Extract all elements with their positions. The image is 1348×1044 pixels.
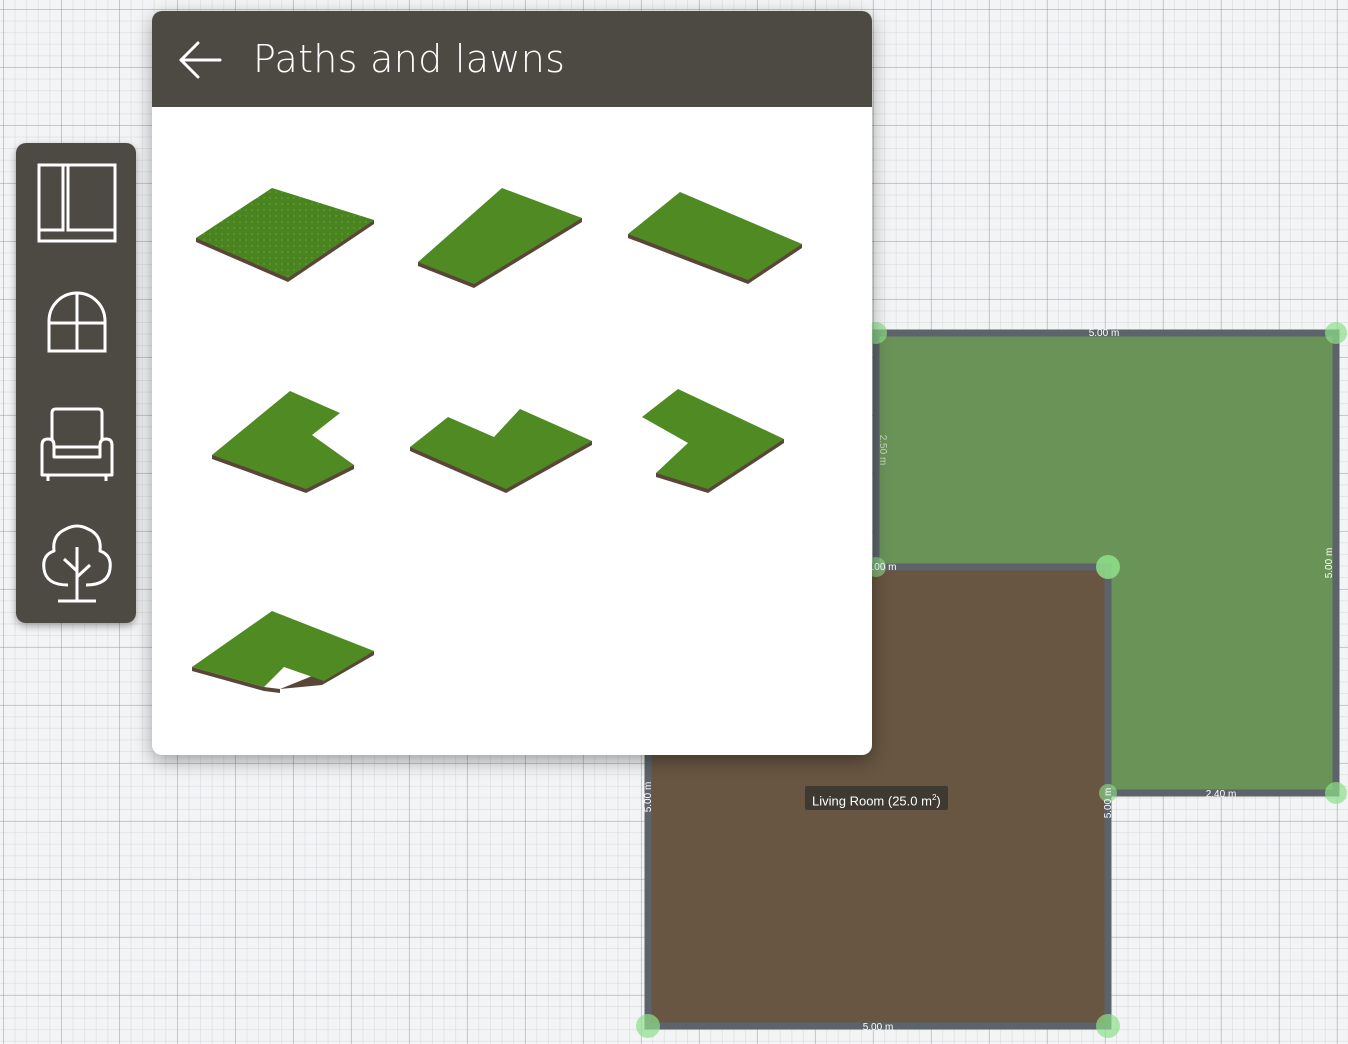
dim-garden-top: 5.00 m bbox=[1089, 328, 1120, 339]
lawn-tile-notch-front[interactable] bbox=[406, 371, 606, 511]
panel-title: Paths and lawns bbox=[253, 37, 566, 81]
lawn-tile-rectangle-wide[interactable] bbox=[620, 166, 820, 306]
lawn-rectangle-tall-thumbnail bbox=[418, 188, 582, 288]
panel-header: Paths and lawns bbox=[152, 11, 872, 107]
arrow-left-icon bbox=[179, 41, 222, 79]
dim-garden-bottom: 2.40 m bbox=[1206, 789, 1237, 800]
outdoor-button[interactable] bbox=[34, 515, 120, 611]
dim-garden-left: 2.50 m bbox=[877, 435, 888, 466]
corner-handle[interactable] bbox=[1096, 1014, 1120, 1038]
dim-room-bottom: 5.00 m bbox=[863, 1022, 894, 1033]
corner-handle[interactable] bbox=[636, 1014, 660, 1038]
corner-handle[interactable] bbox=[1325, 782, 1347, 804]
room-label[interactable]: Living Room (25.0 m2) bbox=[805, 786, 948, 810]
room-label-text: Living Room (25.0 m bbox=[812, 793, 932, 809]
lawn-rectangle-wide-thumbnail bbox=[628, 192, 802, 284]
tree-icon bbox=[42, 524, 112, 603]
lawn-notch-right-thumbnail bbox=[212, 391, 354, 493]
dim-room-left: 5.00 m bbox=[643, 782, 654, 813]
window-icon bbox=[47, 291, 107, 353]
lawn-notch-left-thumbnail bbox=[642, 389, 784, 493]
category-toolbar bbox=[16, 143, 136, 623]
lawn-tile-square[interactable] bbox=[184, 166, 384, 306]
lawn-square-thumbnail bbox=[196, 188, 374, 282]
corner-handle[interactable] bbox=[1325, 322, 1347, 344]
lawn-tile-notch-left[interactable] bbox=[632, 371, 832, 511]
back-button[interactable] bbox=[174, 37, 226, 83]
corner-handle[interactable] bbox=[1096, 555, 1120, 579]
dim-garden-right: 5.00 m bbox=[1324, 548, 1335, 579]
furniture-button[interactable] bbox=[34, 395, 120, 491]
room-label-end: ) bbox=[936, 793, 941, 809]
windows-doors-button[interactable] bbox=[34, 275, 120, 371]
lawn-tile-rectangle-tall[interactable] bbox=[406, 166, 606, 306]
rooms-button[interactable] bbox=[34, 155, 120, 251]
lawn-notch-front-thumbnail bbox=[410, 409, 592, 493]
floorplan-icon bbox=[37, 163, 117, 243]
paths-and-lawns-panel: Paths and lawns bbox=[152, 11, 872, 755]
lawn-l-shape-thumbnail bbox=[192, 611, 374, 693]
lawn-tile-l-shape[interactable] bbox=[184, 593, 384, 733]
dim-garden-mid: .00 m bbox=[871, 562, 896, 573]
armchair-icon bbox=[40, 407, 114, 481]
lawn-tile-notch-right[interactable] bbox=[200, 371, 400, 511]
dim-room-right: 5.00 m bbox=[1103, 788, 1114, 819]
